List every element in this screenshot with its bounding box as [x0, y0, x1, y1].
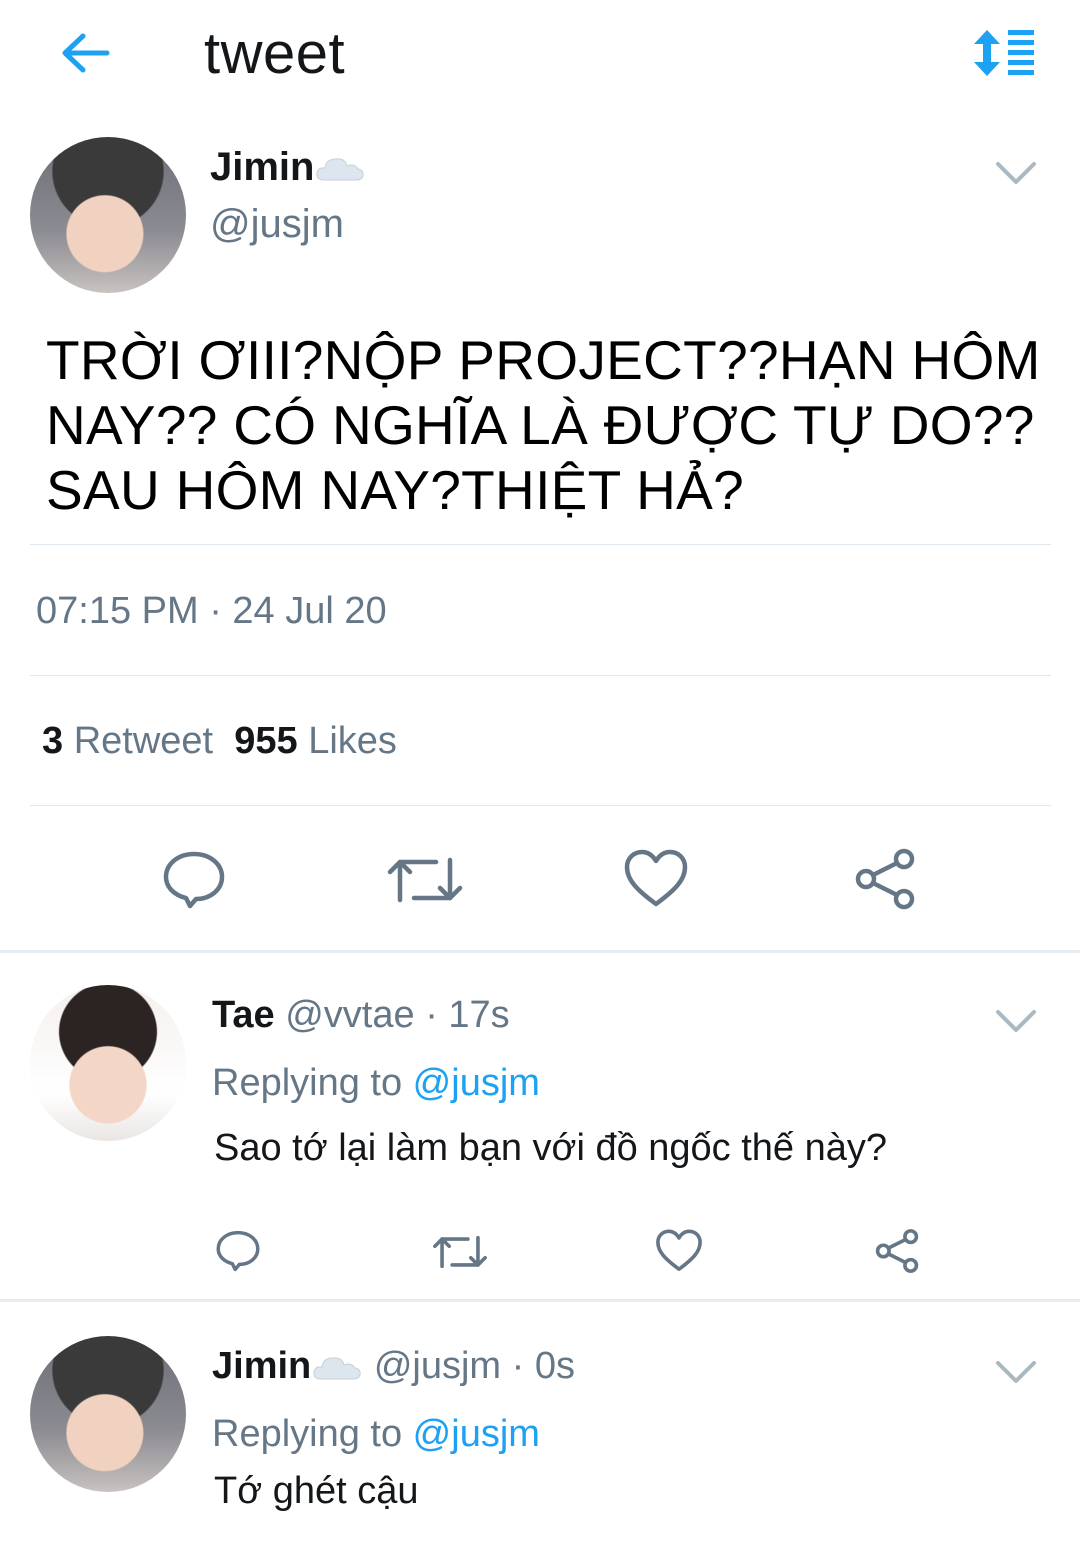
avatar[interactable] — [30, 1336, 186, 1492]
heart-icon[interactable] — [623, 848, 689, 910]
cloud-emoji-icon — [313, 1357, 361, 1380]
reply-time: · 17s — [414, 994, 510, 1036]
reply-header[interactable]: Tae @vvtae · 17s — [212, 994, 510, 1037]
reply-text: Sao tớ lại làm bạn với đồ ngốc thế này? — [214, 1127, 888, 1169]
mention-link[interactable]: @jusjm — [413, 1413, 540, 1455]
reply-time: · 0s — [501, 1345, 575, 1387]
divider — [30, 805, 1051, 806]
tweet-text: TRỜI ƠIII?NỘP PROJECT??HẠN HÔM NAY?? CÓ … — [46, 329, 1041, 521]
retweet-count[interactable]: 3 — [42, 720, 63, 762]
replying-to: Replying to @jusjm — [212, 1413, 540, 1456]
retweet-label[interactable]: Retweet — [63, 720, 213, 762]
tweet-author[interactable]: Jimin — [210, 145, 366, 190]
avatar[interactable] — [30, 137, 186, 293]
page-title: tweet — [204, 21, 346, 86]
divider — [30, 544, 1051, 545]
reply-text: Tớ ghét cậu — [214, 1470, 419, 1512]
reply-author-name: Jimin — [212, 1345, 312, 1387]
cloud-emoji-icon — [316, 158, 365, 181]
section-divider — [0, 1299, 1080, 1302]
share-icon[interactable] — [873, 1228, 921, 1274]
tweet-timestamp: 07:15 PM · 24 Jul 20 — [36, 590, 387, 632]
divider — [30, 675, 1051, 676]
replying-label: Replying to — [212, 1413, 413, 1455]
retweet-icon[interactable] — [432, 1230, 488, 1274]
author-name: Jimin — [210, 145, 315, 189]
mention-link[interactable]: @jusjm — [413, 1062, 540, 1104]
reply-header[interactable]: Jimin @jusjm · 0s — [212, 1345, 575, 1388]
reply-author-handle: @vvtae — [285, 994, 415, 1036]
replying-label: Replying to — [212, 1062, 413, 1104]
like-label[interactable]: Likes — [298, 720, 397, 762]
author-handle[interactable]: @jusjm — [210, 202, 344, 247]
section-divider — [0, 950, 1080, 953]
replying-to: Replying to @jusjm — [212, 1062, 540, 1105]
like-count[interactable]: 955 — [234, 720, 297, 762]
chevron-down-icon[interactable] — [994, 158, 1038, 188]
chevron-down-icon[interactable] — [994, 1357, 1038, 1387]
reply-icon[interactable] — [160, 848, 228, 912]
share-icon[interactable] — [852, 847, 918, 911]
chevron-down-icon[interactable] — [994, 1006, 1038, 1036]
sort-list-icon[interactable] — [970, 26, 1036, 80]
tweet-stats: 3 Retweet 955 Likes — [42, 720, 397, 763]
back-arrow-icon[interactable] — [55, 28, 115, 78]
heart-icon[interactable] — [655, 1228, 703, 1274]
reply-icon[interactable] — [214, 1228, 262, 1274]
reply-author-handle: @jusjm — [373, 1345, 502, 1387]
avatar[interactable] — [30, 985, 186, 1141]
retweet-icon[interactable] — [386, 850, 464, 910]
reply-author-name: Tae — [212, 994, 275, 1036]
